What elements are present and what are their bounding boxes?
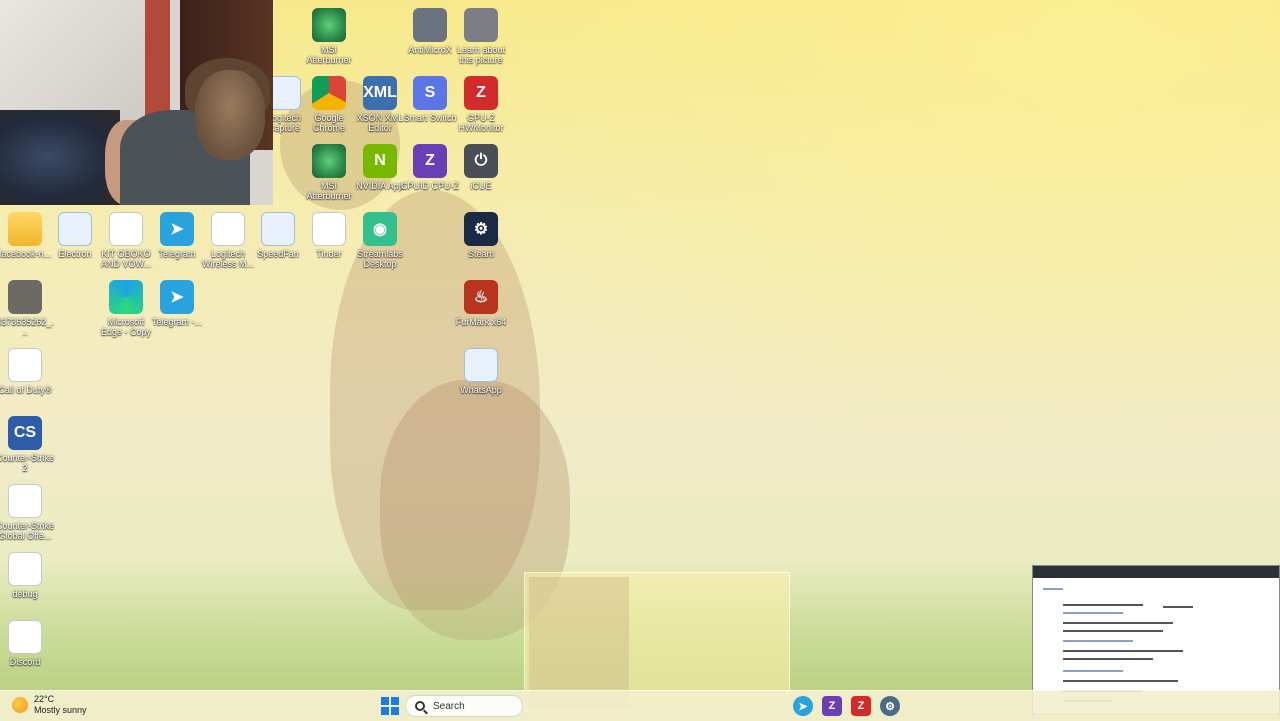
desktop-icon-label: Steam (467, 249, 494, 259)
document-icon (109, 212, 143, 246)
counter-strike-icon: CS (8, 416, 42, 450)
desktop-icon-label: Counter-Strike Global Offe... (0, 521, 55, 541)
desktop-icon-label: Discord (9, 657, 41, 667)
search-label: Search (433, 700, 465, 712)
desktop-icon-icue[interactable]: ⏻ iCUE (451, 142, 511, 191)
document-icon (312, 212, 346, 246)
desktop-icon-gpuz-hwmonitor[interactable]: Z GPU-Z HWMonitor (451, 74, 511, 133)
desktop-icon-label: iCUE (470, 181, 492, 191)
desktop-icon-counter-strike-go[interactable]: Counter-Strike Global Offe... (0, 482, 55, 541)
streamlabs-icon: ◉ (363, 212, 397, 246)
desktop-icon-steam[interactable]: ⚙ Steam (451, 210, 511, 259)
chrome-icon (312, 76, 346, 110)
document-icon (8, 484, 42, 518)
document-icon (58, 212, 92, 246)
webcam-overlay (0, 0, 273, 205)
msi-afterburner-icon (312, 144, 346, 178)
desktop-icon-label: Learn about this picture (456, 45, 506, 65)
taskbar-gpu-z[interactable]: Z (851, 696, 871, 716)
windows-logo-icon (381, 697, 389, 705)
desktop-icon-msi-afterburner[interactable]: MSI Afterburner (299, 6, 359, 65)
desktop-icon-label: debug (12, 589, 38, 599)
desktop-icon-label: Telegram -... (151, 317, 202, 327)
desktop-icon-discord[interactable]: Discord (0, 618, 55, 667)
document-icon (211, 212, 245, 246)
learn-picture-icon (464, 8, 498, 42)
smart-switch-icon: S (413, 76, 447, 110)
furmark-icon: ♨ (464, 280, 498, 314)
folder-icon (8, 212, 42, 246)
desktop-icon-label: 4373635262_... (0, 317, 54, 337)
desktop-icon-counter-strike-2[interactable]: CS Counter-Strike 2 (0, 414, 55, 473)
gamepad-icon (413, 8, 447, 42)
desktop-icon-learn-about-picture[interactable]: Learn about this picture (451, 6, 511, 65)
whatsapp-icon (464, 348, 498, 382)
taskbar-telegram[interactable]: ➤ (793, 696, 813, 716)
desktop-icon-label: MSI Afterburner (306, 45, 352, 65)
nvidia-icon: N (363, 144, 397, 178)
document-icon (8, 348, 42, 382)
desktop-icon-streamlabs[interactable]: ◉ Streamlabs Desktop (350, 210, 410, 269)
edge-icon (109, 280, 143, 314)
desktop-icon-telegram-2[interactable]: ➤ Telegram -... (147, 278, 207, 327)
weather-widget[interactable]: 22°C Mostly sunny (12, 694, 87, 716)
sun-cloud-icon (12, 697, 28, 713)
telegram-icon: ➤ (160, 280, 194, 314)
cpuz-taskbar-icon: Z (828, 700, 836, 712)
gpuz-taskbar-icon: Z (857, 700, 865, 712)
document-icon (261, 212, 295, 246)
settings-gear-icon: ⚙ (885, 700, 895, 713)
msi-afterburner-icon (312, 8, 346, 42)
start-button[interactable] (381, 697, 399, 715)
desktop-icon-label: GPU-Z HWMonitor (458, 113, 504, 133)
icue-icon: ⏻ (464, 144, 498, 178)
cpuz-icon: Z (413, 144, 447, 178)
taskbar-settings[interactable]: ⚙ (880, 696, 900, 716)
desktop-icon-label: WhatsApp (460, 385, 502, 395)
browser-tab-strip (1033, 566, 1279, 578)
desktop-icon-debug[interactable]: debug (0, 550, 55, 599)
desktop-icon-call-of-duty[interactable]: Call of Duty® (0, 346, 55, 395)
desktop-icon-furmark[interactable]: ♨ FurMark x64 (451, 278, 511, 327)
weather-description: Mostly sunny (34, 705, 87, 715)
gpuz-icon: Z (464, 76, 498, 110)
steam-icon: ⚙ (464, 212, 498, 246)
desktop-icon-image-file[interactable]: 4373635262_... (0, 278, 55, 337)
desktop-icon-label: Call of Duty® (0, 385, 52, 395)
document-icon (8, 620, 42, 654)
weather-temperature: 22°C (34, 694, 55, 704)
taskbar-search[interactable]: Search (405, 695, 523, 717)
desktop-icon-whatsapp[interactable]: WhatsApp (451, 346, 511, 395)
snap-preview-thumbnail (529, 577, 629, 707)
taskbar: 22°C Mostly sunny Search ➤ Z Z ⚙ (0, 690, 1280, 721)
xml-editor-icon: XML (363, 76, 397, 110)
telegram-icon: ➤ (160, 212, 194, 246)
image-file-icon (8, 280, 42, 314)
taskbar-cpu-z[interactable]: Z (822, 696, 842, 716)
desktop-icon-label: Streamlabs Desktop (357, 249, 403, 269)
telegram-taskbar-icon: ➤ (798, 700, 808, 713)
document-icon (8, 552, 42, 586)
desktop-icon-label: Counter-Strike 2 (0, 453, 55, 473)
search-icon (415, 701, 425, 711)
desktop-icon-label: FurMark x64 (455, 317, 507, 327)
